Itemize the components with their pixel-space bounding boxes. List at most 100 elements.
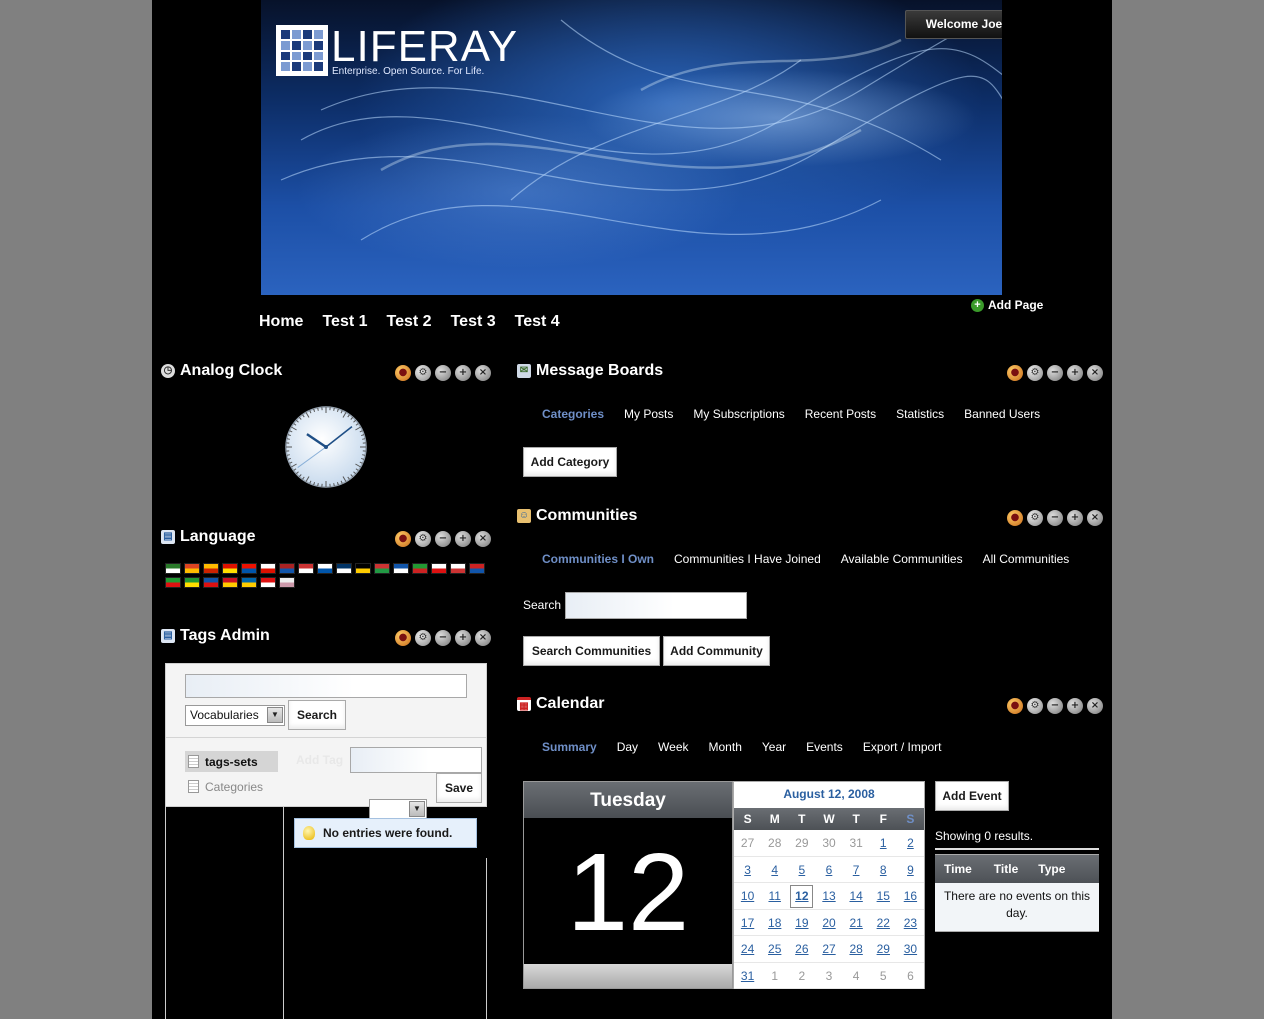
calendar-day-link[interactable]: 9 (896, 857, 924, 883)
language-flag-icon[interactable] (241, 563, 257, 574)
tags-search-button[interactable]: Search (288, 700, 346, 730)
tab-communities-i-own[interactable]: Communities I Own (542, 552, 654, 566)
language-flag-icon[interactable] (298, 563, 314, 574)
nav-item-test-1[interactable]: Test 1 (322, 313, 367, 331)
calendar-day-link[interactable]: 17 (734, 910, 762, 936)
calendar-day-link[interactable]: 19 (788, 910, 816, 936)
add-community-button[interactable]: Add Community (663, 636, 770, 666)
save-tag-button[interactable]: Save (436, 773, 482, 803)
calendar-day-link[interactable]: 15 (869, 883, 897, 910)
language-flag-icon[interactable] (279, 577, 295, 588)
close-icon[interactable]: × (1087, 510, 1103, 526)
calendar-day-link[interactable]: 24 (734, 936, 762, 963)
language-flag-icon[interactable] (374, 563, 390, 574)
language-flag-icon[interactable] (279, 563, 295, 574)
calendar-day-link[interactable]: 1 (869, 830, 897, 857)
vocabulary-select[interactable]: Vocabularies ▼ (185, 705, 285, 726)
language-flag-icon[interactable] (241, 577, 257, 588)
add-page-link[interactable]: + Add Page (971, 298, 1043, 312)
language-flag-icon[interactable] (317, 563, 333, 574)
tag-set-select[interactable]: ▼ (369, 799, 427, 820)
tag-set-item-categories[interactable]: Categories (185, 776, 263, 797)
tab-communities-joined[interactable]: Communities I Have Joined (674, 552, 821, 566)
calendar-day-link[interactable]: 11 (761, 883, 789, 910)
tab-categories[interactable]: Categories (542, 407, 604, 421)
calendar-day-link[interactable]: 8 (869, 857, 897, 883)
tab-banned-users[interactable]: Banned Users (964, 407, 1040, 421)
close-icon[interactable]: × (475, 531, 491, 547)
calendar-day-link[interactable]: 4 (761, 857, 789, 883)
look-and-feel-icon[interactable]: ● (395, 531, 411, 547)
language-flag-icon[interactable] (222, 577, 238, 588)
calendar-day-link[interactable]: 23 (896, 910, 924, 936)
look-and-feel-icon[interactable]: ● (395, 630, 411, 646)
close-icon[interactable]: × (475, 365, 491, 381)
calendar-day-link[interactable]: 26 (788, 936, 816, 963)
language-flag-icon[interactable] (431, 563, 447, 574)
maximize-icon[interactable]: + (1067, 698, 1083, 714)
calendar-day-link[interactable]: 20 (815, 910, 843, 936)
language-flag-icon[interactable] (355, 563, 371, 574)
tab-my-subscriptions[interactable]: My Subscriptions (693, 407, 784, 421)
tab-week[interactable]: Week (658, 740, 688, 754)
configuration-icon[interactable]: ⚙ (1027, 365, 1043, 381)
tab-month[interactable]: Month (709, 740, 742, 754)
language-flag-icon[interactable] (450, 563, 466, 574)
look-and-feel-icon[interactable]: ● (1007, 698, 1023, 714)
configuration-icon[interactable]: ⚙ (415, 365, 431, 381)
language-flag-icon[interactable] (336, 563, 352, 574)
tag-set-item-tags-sets[interactable]: tags-sets (185, 751, 278, 772)
nav-item-test-3[interactable]: Test 3 (451, 313, 496, 331)
tab-statistics[interactable]: Statistics (896, 407, 944, 421)
minimize-icon[interactable]: − (435, 365, 451, 381)
calendar-day-link[interactable]: 16 (896, 883, 924, 910)
tab-day[interactable]: Day (617, 740, 638, 754)
calendar-day-link[interactable]: 2 (896, 830, 924, 857)
maximize-icon[interactable]: + (455, 531, 471, 547)
language-flag-icon[interactable] (222, 563, 238, 574)
liferay-logo-mark[interactable] (276, 25, 328, 76)
language-flag-icon[interactable] (203, 577, 219, 588)
calendar-day-link[interactable]: 5 (788, 857, 816, 883)
tab-all-communities[interactable]: All Communities (983, 552, 1070, 566)
user-menu[interactable]: Welcome Joe Bloggs! ▼▼ (905, 10, 1002, 39)
minimize-icon[interactable]: − (435, 531, 451, 547)
language-flag-icon[interactable] (393, 563, 409, 574)
calendar-day-link[interactable]: 25 (761, 936, 789, 963)
language-flag-icon[interactable] (165, 577, 181, 588)
language-flag-icon[interactable] (165, 563, 181, 574)
nav-item-test-4[interactable]: Test 4 (515, 313, 560, 331)
language-flag-icon[interactable] (260, 563, 276, 574)
calendar-day-link[interactable]: 18 (761, 910, 789, 936)
add-tag-input[interactable] (350, 747, 482, 773)
tab-available-communities[interactable]: Available Communities (841, 552, 963, 566)
configuration-icon[interactable]: ⚙ (415, 531, 431, 547)
add-category-button[interactable]: Add Category (523, 447, 617, 477)
tab-summary[interactable]: Summary (542, 740, 597, 754)
welcome-label[interactable]: Welcome Joe Bloggs! (906, 11, 1002, 38)
nav-item-home[interactable]: Home (259, 313, 303, 331)
language-flag-icon[interactable] (184, 563, 200, 574)
minimize-icon[interactable]: − (1047, 698, 1063, 714)
tab-recent-posts[interactable]: Recent Posts (805, 407, 876, 421)
search-communities-button[interactable]: Search Communities (523, 636, 660, 666)
maximize-icon[interactable]: + (455, 365, 471, 381)
calendar-day-link[interactable]: 27 (815, 936, 843, 963)
minimize-icon[interactable]: − (1047, 510, 1063, 526)
calendar-day-link[interactable]: 3 (734, 857, 762, 883)
maximize-icon[interactable]: + (455, 630, 471, 646)
communities-search-input[interactable] (565, 592, 747, 619)
close-icon[interactable]: × (1087, 698, 1103, 714)
configuration-icon[interactable]: ⚙ (1027, 698, 1043, 714)
maximize-icon[interactable]: + (1067, 510, 1083, 526)
language-flag-icon[interactable] (260, 577, 276, 588)
calendar-day-link[interactable]: 28 (842, 936, 870, 963)
minimize-icon[interactable]: − (435, 630, 451, 646)
minimize-icon[interactable]: − (1047, 365, 1063, 381)
calendar-day-link[interactable]: 6 (815, 857, 843, 883)
calendar-day-link[interactable]: 31 (734, 963, 762, 989)
calendar-day-link[interactable]: 30 (896, 936, 924, 963)
tags-search-input[interactable] (185, 674, 467, 698)
tab-year[interactable]: Year (762, 740, 786, 754)
calendar-day-link[interactable]: 29 (869, 936, 897, 963)
